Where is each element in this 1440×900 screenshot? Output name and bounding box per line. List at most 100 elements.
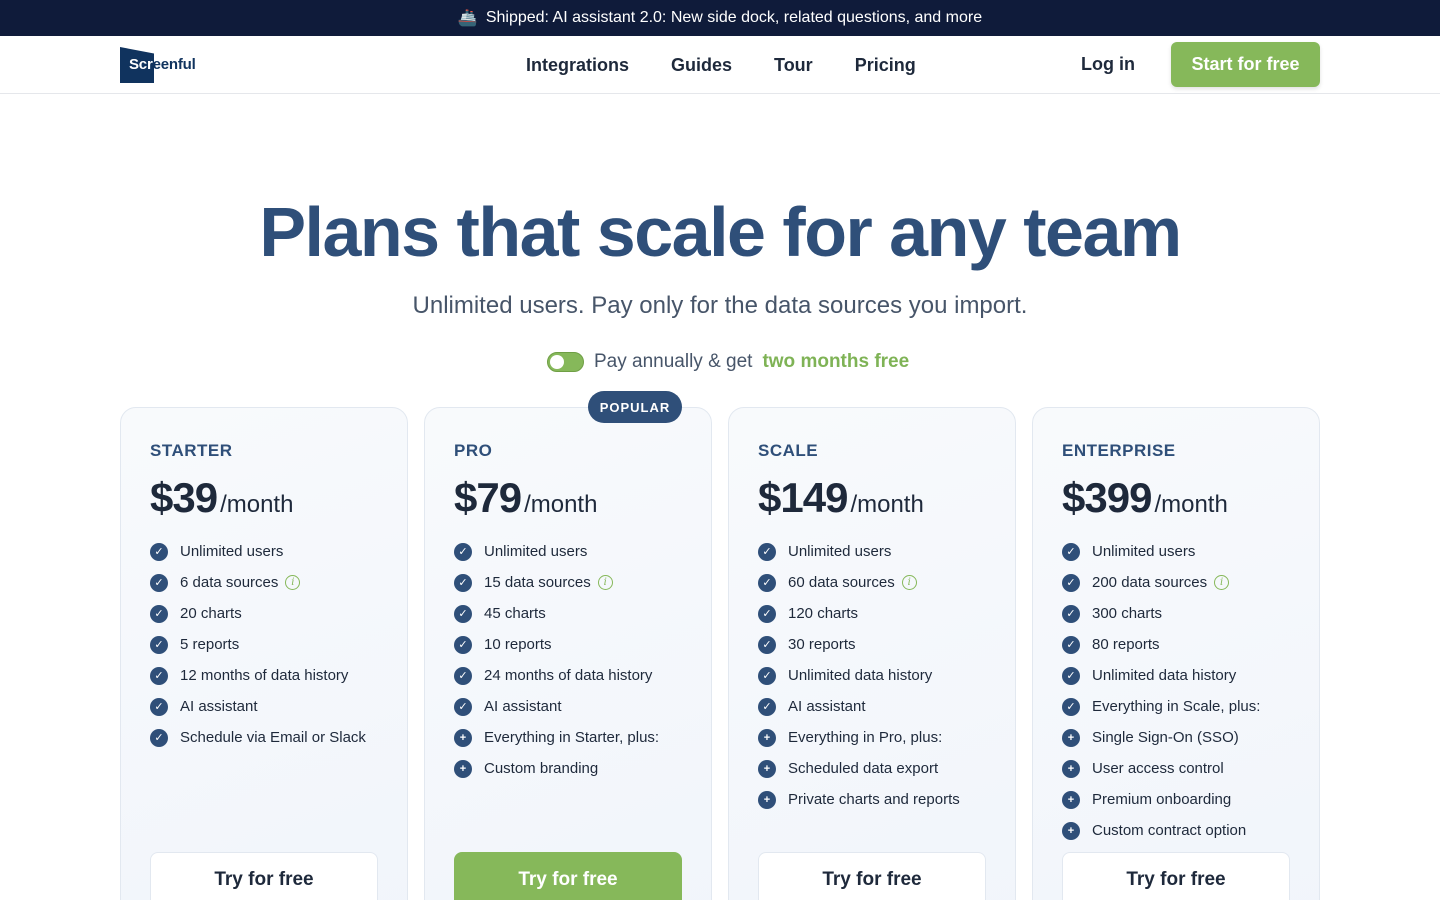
feature-item: ✓ Unlimited data history — [1062, 660, 1260, 691]
price-amount: $39 — [150, 474, 218, 521]
page-subtitle: Unlimited users. Pay only for the data s… — [412, 292, 1028, 319]
ship-icon: 🚢 — [457, 10, 478, 27]
info-icon[interactable]: i — [285, 575, 301, 590]
start-for-free-button[interactable]: Start for free — [1171, 42, 1320, 87]
billing-toggle-row: Pay annually & get two months free — [547, 350, 909, 374]
check-circle-icon: ✓ — [1062, 697, 1080, 716]
plan-name: SCALE — [758, 441, 819, 460]
toggle-label: Pay annually & get — [594, 351, 753, 372]
plus-circle-icon: + — [454, 759, 472, 778]
info-icon[interactable]: i — [597, 575, 613, 590]
check-circle-icon: ✓ — [758, 635, 776, 654]
feature-item: ✓ 45 charts — [454, 598, 659, 629]
feature-text: 5 reports — [180, 636, 240, 653]
toggle-knob — [550, 355, 564, 369]
feature-item: ✓ 6 data sources i — [150, 567, 366, 598]
feature-text: 6 data sources — [180, 574, 279, 591]
plan-card-enterprise: ENTERPRISE $399/month ✓ Unlimited users ✓ 200… — [1032, 407, 1320, 900]
feature-item: ✓ 120 charts — [758, 598, 960, 629]
announcement-text[interactable]: Shipped: AI assistant 2.0: New side dock… — [486, 9, 982, 27]
feature-list: ✓ Unlimited users ✓ 15 data sources i ✓ 45 cha… — [454, 536, 659, 784]
try-for-free-button-scale[interactable]: Try for free — [758, 852, 986, 900]
feature-text: 30 reports — [788, 636, 856, 653]
price-amount: $149 — [758, 474, 848, 521]
toggle-highlight: two months free — [762, 351, 910, 372]
feature-text: 300 charts — [1092, 605, 1163, 622]
check-circle-icon: ✓ — [454, 697, 472, 716]
price-period: /month — [524, 491, 598, 518]
feature-item: ✓ Unlimited users — [1062, 536, 1260, 567]
announcement-bar[interactable]: 🚢 Shipped: AI assistant 2.0: New side do… — [0, 0, 1440, 36]
feature-item: ✓ 60 data sources i — [758, 567, 960, 598]
feature-item: ✓ Schedule via Email or Slack — [150, 722, 366, 753]
try-for-free-button-pro[interactable]: Try for free — [454, 852, 682, 900]
check-circle-icon: ✓ — [454, 542, 472, 561]
feature-text: 10 reports — [484, 636, 552, 653]
plus-circle-icon: + — [758, 759, 776, 778]
plan-name: ENTERPRISE — [1062, 441, 1176, 460]
check-circle-icon: ✓ — [758, 666, 776, 685]
feature-text: 120 charts — [788, 605, 859, 622]
feature-item: ✓ Unlimited users — [758, 536, 960, 567]
feature-item: ✓ 200 data sources i — [1062, 567, 1260, 598]
feature-item: + User access control — [1062, 753, 1260, 784]
feature-text: Unlimited data history — [1092, 667, 1237, 684]
feature-item: + Private charts and reports — [758, 784, 960, 815]
feature-text: 60 data sources — [788, 574, 895, 591]
feature-text: 20 charts — [180, 605, 242, 622]
plan-card-scale: SCALE $149/month ✓ Unlimited users ✓ 60 data … — [728, 407, 1016, 900]
feature-item: + Everything in Starter, plus: — [454, 722, 659, 753]
annual-billing-toggle[interactable] — [547, 352, 584, 372]
nav-link-integrations[interactable]: Integrations — [526, 55, 629, 76]
try-for-free-button-enterprise[interactable]: Try for free — [1062, 852, 1290, 900]
feature-item: ✓ 5 reports — [150, 629, 366, 660]
feature-text: Single Sign-On (SSO) — [1092, 729, 1239, 746]
price-period: /month — [1154, 491, 1228, 518]
plus-circle-icon: + — [1062, 821, 1080, 840]
feature-text: 12 months of data history — [180, 667, 349, 684]
info-icon[interactable]: i — [901, 575, 917, 590]
plus-circle-icon: + — [454, 728, 472, 747]
feature-item: ✓ 15 data sources i — [454, 567, 659, 598]
feature-text: AI assistant — [180, 698, 258, 715]
check-circle-icon: ✓ — [150, 604, 168, 623]
check-circle-icon: ✓ — [150, 573, 168, 592]
feature-text: Unlimited users — [484, 543, 588, 560]
feature-list: ✓ Unlimited users ✓ 6 data sources i ✓ 20 char… — [150, 536, 366, 753]
plus-circle-icon: + — [1062, 759, 1080, 778]
login-link[interactable]: Log in — [1081, 54, 1135, 75]
feature-text: 45 charts — [484, 605, 546, 622]
plan-price: $399/month — [1062, 474, 1228, 522]
check-circle-icon: ✓ — [758, 542, 776, 561]
feature-text: Everything in Pro, plus: — [788, 729, 943, 746]
feature-item: ✓ AI assistant — [150, 691, 366, 722]
feature-text: AI assistant — [788, 698, 866, 715]
plus-circle-icon: + — [758, 728, 776, 747]
feature-text: Scheduled data export — [788, 760, 939, 777]
info-icon[interactable]: i — [1214, 575, 1230, 590]
screenful-logo[interactable]: Screenful — [120, 47, 196, 83]
feature-text: Everything in Scale, plus: — [1092, 698, 1261, 715]
feature-text: 80 reports — [1092, 636, 1160, 653]
try-for-free-button-starter[interactable]: Try for free — [150, 852, 378, 900]
price-amount: $79 — [454, 474, 522, 521]
feature-list: ✓ Unlimited users ✓ 200 data sources i ✓ 300 c… — [1062, 536, 1260, 846]
plus-circle-icon: + — [1062, 728, 1080, 747]
feature-text: Custom contract option — [1092, 822, 1247, 839]
nav-link-pricing[interactable]: Pricing — [855, 55, 916, 76]
check-circle-icon: ✓ — [758, 697, 776, 716]
feature-item: + Custom branding — [454, 753, 659, 784]
price-period: /month — [220, 491, 294, 518]
pricing-cards: STARTER $39/month ✓ Unlimited users ✓ 6 data … — [120, 391, 1320, 900]
nav-link-guides[interactable]: Guides — [671, 55, 732, 76]
feature-item: + Everything in Pro, plus: — [758, 722, 960, 753]
feature-item: ✓ 30 reports — [758, 629, 960, 660]
nav-link-tour[interactable]: Tour — [774, 55, 813, 76]
feature-item: ✓ 20 charts — [150, 598, 366, 629]
feature-item: ✓ 300 charts — [1062, 598, 1260, 629]
plan-card-pro: PRO $79/month ✓ Unlimited users ✓ 15 data sou… — [424, 407, 712, 900]
feature-item: ✓ AI assistant — [758, 691, 960, 722]
logo-wordmark: Screenful — [129, 56, 196, 73]
feature-item: ✓ 10 reports — [454, 629, 659, 660]
check-circle-icon: ✓ — [454, 666, 472, 685]
